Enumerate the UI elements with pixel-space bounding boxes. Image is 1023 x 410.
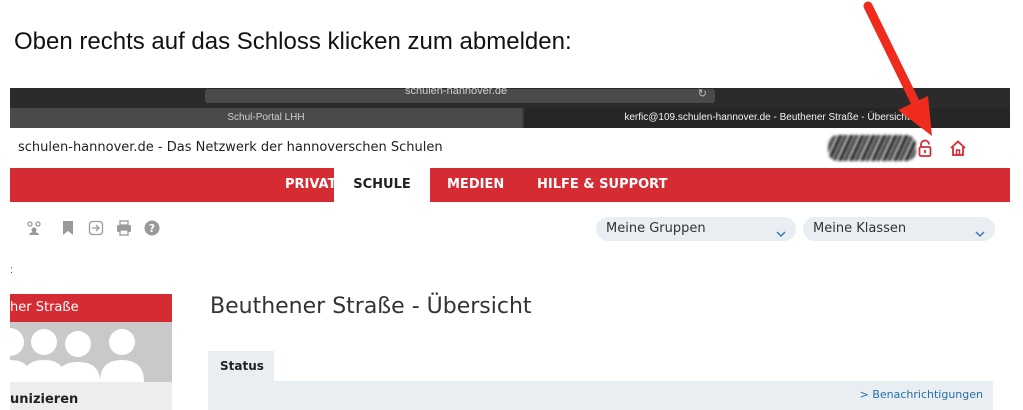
- group-icon[interactable]: [26, 220, 42, 236]
- school-card-title: her Straße: [10, 294, 172, 322]
- nav-medien[interactable]: MEDIEN: [447, 168, 504, 202]
- nav-privat[interactable]: PRIVAT: [285, 168, 336, 202]
- groups-select-value: Meine Gruppen: [606, 221, 706, 236]
- address-bar-url: schulen-hannover.de: [405, 88, 508, 97]
- address-bar[interactable]: schulen-hannover.de ↻: [205, 88, 715, 103]
- page-title: Beuthener Straße - Übersicht: [210, 294, 532, 319]
- bookmark-icon[interactable]: [60, 220, 76, 236]
- svg-text:?: ?: [149, 222, 155, 235]
- red-arrow-annotation: [863, 1, 932, 136]
- help-icon[interactable]: ?: [144, 220, 160, 236]
- login-icon[interactable]: [88, 220, 104, 236]
- page-toolbar: ? Meine Gruppen Meine Klassen: [10, 202, 1010, 254]
- tab-status[interactable]: Status: [208, 351, 274, 381]
- nav-hilfe-support[interactable]: HILFE & SUPPORT: [537, 168, 667, 202]
- chevron-down-icon: [776, 224, 786, 238]
- groups-select[interactable]: Meine Gruppen: [596, 217, 796, 241]
- chevron-down-icon: [975, 224, 985, 238]
- tab-schul-portal[interactable]: Schul-Portal LHH: [10, 108, 522, 128]
- reload-icon[interactable]: ↻: [698, 88, 707, 100]
- classes-select[interactable]: Meine Klassen: [803, 217, 995, 241]
- main-navigation: PRIVAT SCHULE MEDIEN HILFE & SUPPORT: [10, 168, 1010, 204]
- instruction-text: Oben rechts auf das Schloss klicken zum …: [14, 28, 572, 55]
- lock-icon[interactable]: [915, 138, 935, 158]
- site-title: schulen-hannover.de - Das Netzwerk der h…: [18, 140, 443, 155]
- school-card-footer: unizieren: [10, 392, 79, 407]
- more-icon[interactable]: :: [10, 264, 13, 276]
- print-icon[interactable]: [116, 220, 132, 236]
- nav-schule[interactable]: SCHULE: [334, 168, 430, 204]
- classes-select-value: Meine Klassen: [813, 221, 907, 236]
- school-card[interactable]: her Straße unizieren: [10, 294, 172, 410]
- notifications-link[interactable]: > Benachrichtigungen: [860, 388, 983, 401]
- tutorial-screenshot: Oben rechts auf das Schloss klicken zum …: [0, 0, 1023, 410]
- people-icon: [10, 322, 172, 382]
- status-panel: > Benachrichtigungen: [208, 381, 993, 410]
- home-icon[interactable]: [948, 138, 968, 158]
